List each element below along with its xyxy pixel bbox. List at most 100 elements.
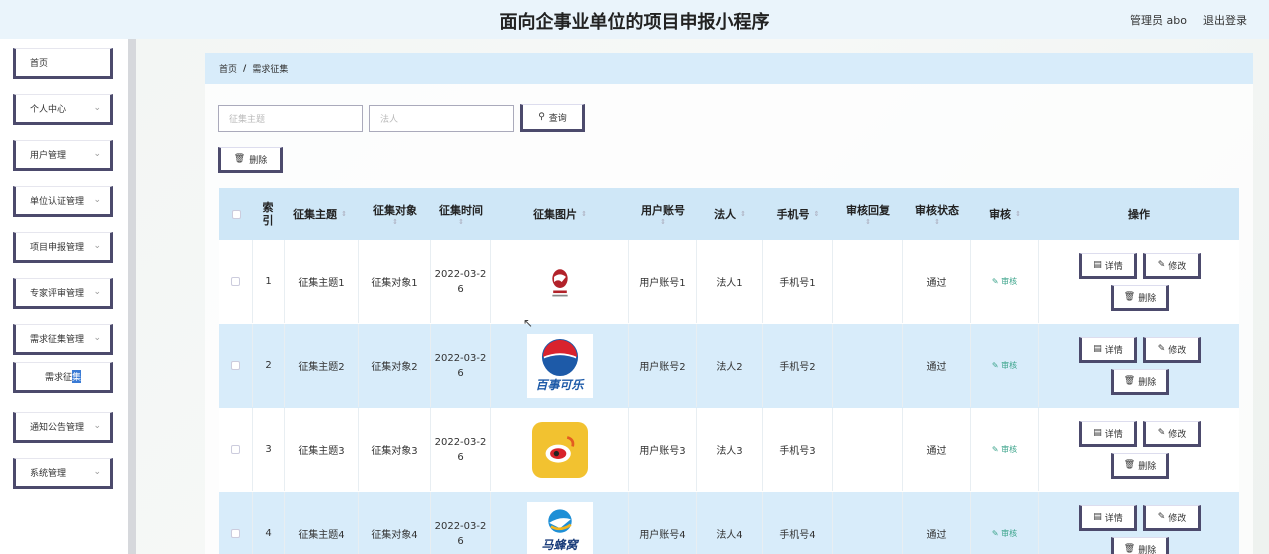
sidebar-item-label: 首页: [30, 59, 49, 69]
sidebar-item-user-management[interactable]: 用户管理 ⌄: [13, 140, 113, 171]
edit-button[interactable]: ✎ 修改: [1143, 337, 1201, 363]
sort-icon: ⇕: [581, 210, 587, 218]
row-checkbox[interactable]: [231, 277, 240, 286]
sidebar-item-label: 需求征集管理: [30, 335, 85, 345]
thumbnail[interactable]: [527, 418, 593, 482]
sidebar-item-label: 系统管理: [30, 469, 67, 479]
header-legal[interactable]: 法人 ⇕: [697, 188, 763, 240]
breadcrumb: 首页 / 需求征集: [205, 53, 1253, 84]
header-time-label: 征集时间: [439, 204, 483, 217]
cell-time-line: 2022-03-2: [434, 520, 487, 532]
cell-time-line: 6: [457, 451, 464, 463]
cell-ops: ▤ 详情 ✎ 修改 🗑 删除: [1039, 408, 1239, 491]
thumbnail[interactable]: 马蜂窝: [526, 501, 593, 554]
cell-legal: 法人2: [697, 324, 763, 407]
logout-link[interactable]: 退出登录: [1203, 12, 1247, 28]
sidebar-item-unit-certification[interactable]: 单位认证管理 ⌄: [13, 186, 113, 217]
select-all-column: [219, 188, 253, 240]
header-index[interactable]: 索 引: [253, 188, 283, 240]
table-row[interactable]: 2 征集主题2 征集对象2 2022-03-2 6 百事可乐 用户账号2 法人2…: [219, 324, 1239, 408]
sidebar-item-label: 通知公告管理: [30, 423, 85, 433]
delete-button[interactable]: 🗑 删除: [1111, 453, 1169, 479]
header-index-label: 引: [262, 214, 274, 227]
sort-icon: ⇕: [341, 210, 347, 218]
edit-button[interactable]: ✎ 修改: [1143, 421, 1201, 447]
sidebar-item-home[interactable]: 首页: [13, 48, 113, 79]
detail-button[interactable]: ▤ 详情: [1079, 253, 1137, 279]
audit-link-label: 审核: [1001, 445, 1018, 454]
header-phone[interactable]: 手机号 ⇕: [763, 188, 833, 240]
row-checkbox[interactable]: [231, 529, 240, 538]
detail-button[interactable]: ▤ 详情: [1079, 421, 1137, 447]
header-status-label: 审核状态: [915, 204, 959, 217]
cell-time: 2022-03-2 6: [431, 408, 491, 491]
detail-button[interactable]: ▤ 详情: [1079, 337, 1137, 363]
query-button[interactable]: ⚲ 查询: [520, 104, 585, 132]
edit-button[interactable]: ✎ 修改: [1143, 505, 1201, 531]
cell-account: 用户账号4: [629, 492, 697, 554]
audit-link-label: 审核: [1001, 277, 1018, 286]
legal-search-input[interactable]: 法人: [369, 105, 514, 132]
delete-button[interactable]: 🗑 删除: [1111, 369, 1169, 395]
audit-link-label: 审核: [1001, 361, 1018, 370]
delete-button[interactable]: 🗑 删除: [1111, 285, 1169, 311]
sidebar-item-demand-collection[interactable]: 需求征集管理 ⌄: [13, 324, 113, 355]
sidebar-item-system-management[interactable]: 系统管理 ⌄: [13, 458, 113, 489]
trash-icon: 🗑: [1123, 544, 1136, 554]
header-audit[interactable]: 审核 ⇕: [971, 188, 1039, 240]
header-account[interactable]: 用户账号 ⇕: [629, 188, 697, 240]
pencil-icon: ✎: [1157, 344, 1166, 354]
thumbnail[interactable]: [527, 250, 593, 314]
trash-icon: 🗑: [1123, 460, 1136, 470]
sidebar-subitem-demand-collection[interactable]: 需求征集: [13, 362, 113, 393]
table-row[interactable]: 4 征集主题4 征集对象4 2022-03-2 6 马蜂窝 用户账号4 法人4 …: [219, 492, 1239, 554]
trash-icon: 🗑: [1123, 292, 1136, 302]
cell-reply: [833, 240, 903, 323]
pencil-icon: ✎: [1157, 260, 1166, 270]
audit-link[interactable]: ✎ 审核: [992, 444, 1017, 455]
sidebar-item-expert-review[interactable]: 专家评审管理 ⌄: [13, 278, 113, 309]
sort-icon: ⇕: [1015, 210, 1021, 218]
row-checkbox[interactable]: [231, 445, 240, 454]
audit-link[interactable]: ✎ 审核: [992, 276, 1017, 287]
audit-link-label: 审核: [1001, 529, 1018, 538]
row-checkbox[interactable]: [231, 361, 240, 370]
sidebar-subitem-label-selected: 集: [72, 370, 82, 383]
detail-button[interactable]: ▤ 详情: [1079, 505, 1137, 531]
breadcrumb-home[interactable]: 首页: [219, 62, 237, 75]
header-target[interactable]: 征集对象 ⇕: [359, 188, 431, 240]
audit-link[interactable]: ✎ 审核: [992, 528, 1017, 539]
header-status[interactable]: 审核状态 ⇕: [903, 188, 971, 240]
subject-search-input[interactable]: 征集主题: [218, 105, 363, 132]
header-image[interactable]: 征集图片 ⇕: [491, 188, 629, 240]
cell-index: 1: [253, 240, 285, 323]
batch-delete-button[interactable]: 🗑 删除: [218, 147, 283, 173]
sidebar-item-project-application[interactable]: 项目申报管理 ⌄: [13, 232, 113, 263]
cell-account: 用户账号1: [629, 240, 697, 323]
header-reply[interactable]: 审核回复 ⇕: [833, 188, 903, 240]
trash-icon: 🗑: [1123, 376, 1136, 386]
sidebar-item-personal-center[interactable]: 个人中心 ⌄: [13, 94, 113, 125]
audit-link[interactable]: ✎ 审核: [992, 360, 1017, 371]
header-subject-label: 征集主题: [293, 208, 338, 221]
logo-image-pepsi: 百事可乐: [526, 333, 593, 398]
edit-button[interactable]: ✎ 修改: [1143, 253, 1201, 279]
cell-target: 征集对象4: [359, 492, 431, 554]
delete-button[interactable]: 🗑 删除: [1111, 537, 1169, 554]
document-icon: ▤: [1093, 428, 1102, 438]
header-ops-label: 操作: [1128, 208, 1150, 221]
thumbnail[interactable]: 百事可乐: [526, 333, 593, 398]
detail-button-label: 详情: [1104, 345, 1123, 356]
cell-phone: 手机号2: [763, 324, 833, 407]
logo-image-red-badge: [551, 268, 568, 296]
table-row[interactable]: 3 征集主题3 征集对象3 2022-03-2 6 用户账号3 法人3 手机号3…: [219, 408, 1239, 492]
header-target-label: 征集对象: [373, 204, 417, 217]
sidebar-item-label: 个人中心: [30, 105, 67, 115]
sidebar-item-notice-management[interactable]: 通知公告管理 ⌄: [13, 412, 113, 443]
document-icon: ▤: [1093, 344, 1102, 354]
select-all-checkbox[interactable]: [231, 209, 241, 219]
header-subject[interactable]: 征集主题 ⇕: [285, 188, 355, 240]
sidebar-item-label: 单位认证管理: [30, 197, 85, 207]
table-row[interactable]: 1 征集主题1 征集对象1 2022-03-2 6 用户账号1 法人1 手机号1…: [219, 240, 1239, 324]
header-time[interactable]: 征集时间 ⇕: [431, 188, 491, 240]
